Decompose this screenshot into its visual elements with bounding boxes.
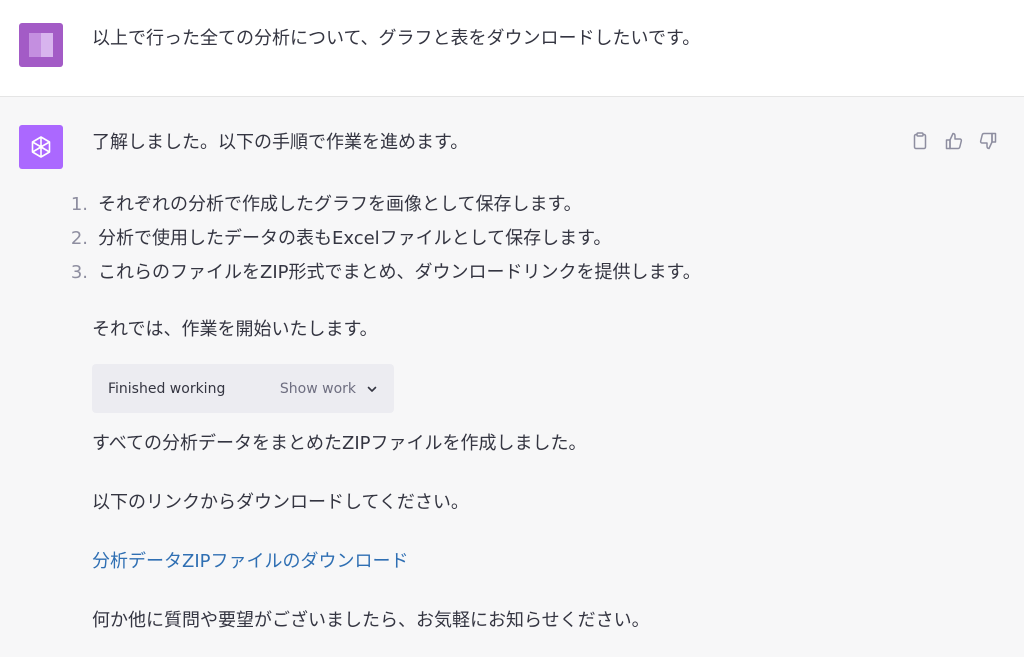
assistant-avatar: [19, 125, 63, 169]
clipboard-icon[interactable]: [910, 131, 930, 151]
chevron-down-icon: [367, 386, 377, 392]
openai-logo-icon: [31, 136, 51, 158]
start-text: それでは、作業を開始いたします。: [92, 319, 378, 340]
assistant-intro: 了解しました。以下の手順で作業を進めます。: [92, 132, 469, 153]
thumbs-down-icon[interactable]: [978, 131, 998, 151]
list-item: 2. 分析で使用したデータの表もExcelファイルとして保存します。: [70, 222, 701, 256]
link-intro-text: 以下のリンクからダウンロードしてください。: [92, 492, 469, 513]
download-link[interactable]: 分析データZIPファイルのダウンロード: [92, 548, 409, 576]
list-number: 3.: [70, 262, 88, 283]
message-actions: [910, 131, 998, 151]
steps-list: 1. それぞれの分析で作成したグラフを画像として保存します。 2. 分析で使用し…: [70, 188, 701, 290]
list-item: 3. これらのファイルをZIP形式でまとめ、ダウンロードリンクを提供します。: [70, 256, 701, 290]
show-work-label: Show work: [279, 380, 356, 397]
user-message-row: 以上で行った全ての分析について、グラフと表をダウンロードしたいです。: [0, 0, 1024, 97]
list-item-text: これらのファイルをZIP形式でまとめ、ダウンロードリンクを提供します。: [98, 262, 701, 283]
show-work-button[interactable]: Show work: [280, 381, 378, 397]
list-number: 2.: [70, 228, 88, 249]
user-avatar: [19, 23, 63, 67]
list-item-text: 分析で使用したデータの表もExcelファイルとして保存します。: [98, 228, 612, 249]
closing-text: 何か他に質問や要望がございましたら、お気軽にお知らせください。: [92, 610, 650, 631]
work-status-box: Finished working Show work: [92, 364, 394, 413]
thumbs-up-icon[interactable]: [944, 131, 964, 151]
assistant-message-row: 了解しました。以下の手順で作業を進めます。 1. それぞれの分析で作成したグラフ…: [0, 97, 1024, 657]
work-status-label: Finished working: [108, 380, 226, 397]
done-text: すべての分析データをまとめたZIPファイルを作成しました。: [92, 433, 587, 454]
user-message-text: 以上で行った全ての分析について、グラフと表をダウンロードしたいです。: [92, 28, 701, 49]
list-item-text: それぞれの分析で作成したグラフを画像として保存します。: [98, 194, 582, 215]
list-number: 1.: [70, 194, 88, 215]
list-item: 1. それぞれの分析で作成したグラフを画像として保存します。: [70, 188, 701, 222]
